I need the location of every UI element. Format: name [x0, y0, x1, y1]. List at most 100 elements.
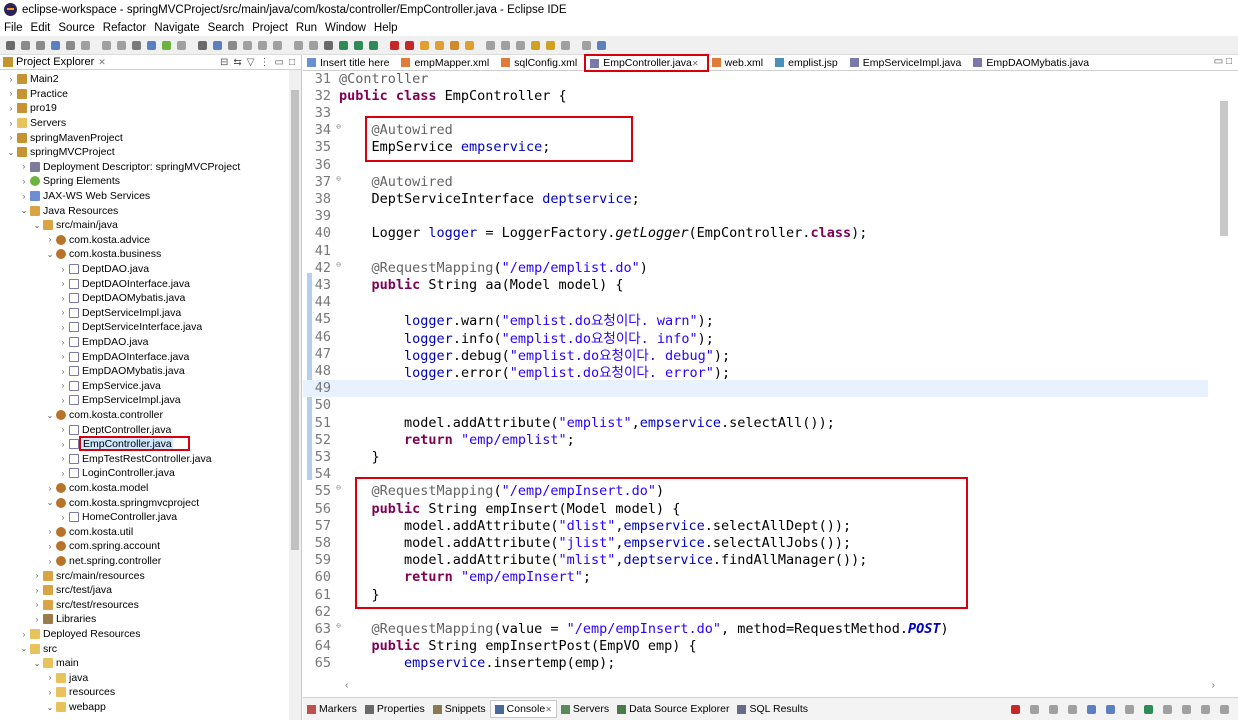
- tree-item[interactable]: › EmpController.java: [58, 437, 173, 452]
- tree-item[interactable]: ⌄ springMVCProject: [6, 145, 115, 160]
- tree-item[interactable]: › Deployed Resources: [19, 627, 141, 642]
- code-line[interactable]: 62: [303, 603, 1208, 620]
- close-console-icon[interactable]: ✕: [545, 705, 552, 714]
- code-line[interactable]: 36: [303, 156, 1208, 173]
- link-editor-icon[interactable]: ⇆: [233, 57, 241, 68]
- expand-arrow-icon[interactable]: ›: [32, 615, 42, 624]
- tree-item[interactable]: › DeptDAO.java: [58, 262, 149, 277]
- tree-item[interactable]: › pro19: [6, 101, 57, 116]
- view-menu-icon[interactable]: ⋮: [260, 57, 270, 68]
- tree-item[interactable]: ⌄ com.kosta.springmvcproject: [45, 495, 200, 510]
- expand-arrow-icon[interactable]: ›: [58, 440, 68, 449]
- code-line[interactable]: 60 return "emp/empInsert";: [303, 569, 1208, 586]
- tree-item[interactable]: › java: [45, 671, 89, 686]
- menu-source[interactable]: Source: [54, 22, 98, 34]
- tab-empmapper-xml[interactable]: empMapper.xml: [397, 55, 497, 71]
- tab-empcontroller-java[interactable]: EmpController.java ✕: [584, 53, 709, 72]
- code-line[interactable]: 57 model.addAttribute("dlist",empservice…: [303, 517, 1208, 534]
- fold-toggle-icon[interactable]: ⊖: [336, 260, 341, 269]
- code-line[interactable]: 50: [303, 397, 1208, 414]
- expand-arrow-icon[interactable]: ›: [58, 279, 68, 288]
- menu-window[interactable]: Window: [321, 22, 370, 34]
- toolbar-button-icon[interactable]: [51, 40, 60, 50]
- toolbar-button-icon[interactable]: [582, 40, 591, 50]
- expand-arrow-icon[interactable]: ›: [45, 235, 55, 244]
- editor-vertical-scrollbar[interactable]: [1216, 71, 1230, 696]
- toolbar-button-icon[interactable]: [450, 40, 459, 50]
- toolbar-button-icon[interactable]: [198, 40, 207, 50]
- menu-edit[interactable]: Edit: [27, 22, 55, 34]
- toolbar-button-icon[interactable]: [294, 40, 303, 50]
- toolbar-button-icon[interactable]: [228, 40, 237, 50]
- toolbar-button-icon[interactable]: [21, 40, 30, 50]
- tree-item[interactable]: › springMavenProject: [6, 130, 123, 145]
- expand-arrow-icon[interactable]: ›: [58, 352, 68, 361]
- expand-arrow-icon[interactable]: ›: [19, 177, 29, 186]
- tree-item[interactable]: ⌄ src: [19, 641, 57, 656]
- tree-item[interactable]: › Practice: [6, 87, 68, 102]
- console-tool-icon[interactable]: [1011, 704, 1020, 714]
- tree-item[interactable]: › net.spring.controller: [45, 554, 162, 569]
- expand-arrow-icon[interactable]: ›: [58, 367, 68, 376]
- expand-arrow-icon[interactable]: ›: [6, 119, 16, 128]
- code-line[interactable]: 61 }: [303, 586, 1208, 603]
- tree-item[interactable]: › EmpDAOInterface.java: [58, 349, 190, 364]
- tree-item[interactable]: › EmpTestRestController.java: [58, 452, 212, 467]
- tree-item[interactable]: › com.kosta.advice: [45, 233, 150, 248]
- toolbar-button-icon[interactable]: [66, 40, 75, 50]
- code-line[interactable]: 52 return "emp/emplist";: [303, 431, 1208, 448]
- toolbar-button-icon[interactable]: [561, 40, 570, 50]
- tree-item[interactable]: › src/test/resources: [32, 598, 139, 613]
- tree-item[interactable]: › EmpServiceImpl.java: [58, 393, 181, 408]
- code-line[interactable]: 40 Logger logger = LoggerFactory.getLogg…: [303, 225, 1208, 242]
- tree-item[interactable]: › Deployment Descriptor: springMVCProject: [19, 160, 241, 175]
- expand-arrow-icon[interactable]: ›: [58, 338, 68, 347]
- tree-item[interactable]: › Spring Elements: [19, 174, 120, 189]
- expand-arrow-icon[interactable]: ⌄: [6, 148, 16, 157]
- toolbar-button-icon[interactable]: [117, 40, 126, 50]
- tree-item[interactable]: ⌄ com.kosta.controller: [45, 408, 163, 423]
- expand-arrow-icon[interactable]: ›: [58, 265, 68, 274]
- expand-arrow-icon[interactable]: ›: [58, 381, 68, 390]
- code-line[interactable]: 48 logger.error("emplist.do요청이다. error")…: [303, 362, 1208, 381]
- code-line[interactable]: 41: [303, 242, 1208, 259]
- code-line[interactable]: 64 public String empInsertPost(EmpVO emp…: [303, 638, 1208, 655]
- expand-arrow-icon[interactable]: ›: [32, 571, 42, 580]
- tree-item[interactable]: ⌄ Java Resources: [19, 203, 119, 218]
- expand-arrow-icon[interactable]: ›: [58, 454, 68, 463]
- expand-arrow-icon[interactable]: ›: [19, 630, 29, 639]
- console-tool-icon[interactable]: [1087, 704, 1096, 714]
- tab-sqlconfig-xml[interactable]: sqlConfig.xml: [497, 55, 585, 71]
- expand-arrow-icon[interactable]: ›: [32, 586, 42, 595]
- toolbar-button-icon[interactable]: [213, 40, 222, 50]
- bottom-tab-sql[interactable]: SQL Results: [733, 703, 812, 715]
- toolbar-button-icon[interactable]: [405, 40, 414, 50]
- expand-arrow-icon[interactable]: ›: [45, 673, 55, 682]
- toolbar-button-icon[interactable]: [147, 40, 156, 50]
- tree-item[interactable]: › HomeController.java: [58, 510, 177, 525]
- menu-project[interactable]: Project: [248, 22, 292, 34]
- expand-arrow-icon[interactable]: ›: [19, 192, 29, 201]
- fold-toggle-icon[interactable]: ⊖: [336, 621, 341, 630]
- tab-insert-title-here[interactable]: Insert title here: [303, 55, 397, 71]
- tree-item[interactable]: › src/test/java: [32, 583, 112, 598]
- menu-run[interactable]: Run: [292, 22, 321, 34]
- expand-arrow-icon[interactable]: ›: [6, 89, 16, 98]
- tab-emplist-jsp[interactable]: emplist.jsp: [771, 55, 846, 71]
- code-line[interactable]: 37 ⊖ @Autowired: [303, 173, 1208, 190]
- editor-view-controls-icon[interactable]: ▭ □: [1214, 56, 1232, 67]
- toolbar-button-icon[interactable]: [354, 40, 363, 50]
- console-tool-icon[interactable]: [1144, 704, 1153, 714]
- tree-item[interactable]: › com.spring.account: [45, 539, 160, 554]
- toolbar-button-icon[interactable]: [465, 40, 474, 50]
- toolbar-button-icon[interactable]: [369, 40, 378, 50]
- toolbar-button-icon[interactable]: [324, 40, 333, 50]
- tree-item[interactable]: › DeptDAOMybatis.java: [58, 291, 186, 306]
- toolbar-button-icon[interactable]: [546, 40, 555, 50]
- toolbar-button-icon[interactable]: [516, 40, 525, 50]
- toolbar-button-icon[interactable]: [531, 40, 540, 50]
- code-line[interactable]: 53 }: [303, 448, 1208, 465]
- expand-arrow-icon[interactable]: ›: [58, 513, 68, 522]
- code-line[interactable]: 56 public String empInsert(Model model) …: [303, 500, 1208, 517]
- tree-item[interactable]: › DeptServiceImpl.java: [58, 306, 182, 321]
